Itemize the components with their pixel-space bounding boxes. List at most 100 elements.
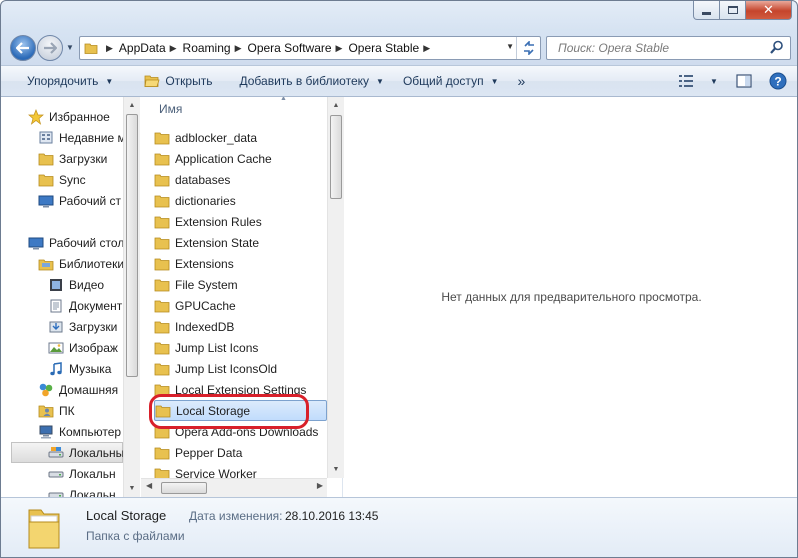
add-to-library-label: Добавить в библиотеку [239, 74, 370, 88]
breadcrumb-separator[interactable]: ▶ [423, 43, 430, 54]
nav-local-disk-d[interactable]: Локальн [48, 463, 116, 484]
search-input[interactable] [556, 38, 766, 58]
video-library-icon [48, 277, 64, 293]
share-label: Общий доступ [402, 74, 484, 88]
nav-local-disk-c[interactable]: Локальны [11, 442, 123, 463]
scroll-left-arrow-icon[interactable]: ◀ [146, 481, 152, 490]
nav-documents[interactable]: Документ [48, 295, 122, 316]
maximize-button[interactable] [720, 1, 746, 20]
minimize-button[interactable] [693, 1, 720, 20]
recent-locations-dropdown[interactable]: ▼ [66, 43, 74, 52]
list-item[interactable]: adblocker_data [154, 127, 327, 148]
list-item[interactable]: GPUCache [154, 295, 327, 316]
back-button[interactable] [10, 35, 36, 61]
breadcrumb-roaming[interactable]: Roaming [183, 41, 231, 55]
more-commands-button[interactable]: » [507, 66, 534, 96]
chevron-down-icon: ▼ [376, 76, 384, 86]
nav-desktop-favorite[interactable]: Рабочий ст [38, 190, 121, 211]
preview-pane-button[interactable] [733, 70, 755, 92]
file-list-scrollbar[interactable]: ▲ ▼ [327, 97, 344, 478]
address-bar[interactable]: ▶ AppData ▶ Roaming ▶ Opera Software ▶ O… [79, 36, 541, 60]
scroll-up-arrow-icon[interactable]: ▲ [328, 97, 344, 114]
scroll-up-arrow-icon[interactable]: ▲ [124, 97, 140, 114]
nav-local-disk-e[interactable]: Локальн [48, 484, 116, 497]
scrollbar-thumb[interactable] [330, 115, 342, 199]
search-icon[interactable] [770, 40, 784, 58]
organize-menu[interactable]: Упорядочить ▼ [1, 66, 122, 96]
star-icon [28, 108, 44, 125]
nav-desktop[interactable]: Рабочий стол [28, 232, 123, 253]
address-history-dropdown[interactable]: ▼ [506, 42, 514, 51]
details-pane: Local Storage Папка с файлами Дата измен… [1, 497, 797, 557]
nav-user-folder[interactable]: ПК [38, 400, 75, 421]
column-header-name[interactable]: Имя ▲ [141, 97, 327, 121]
list-item[interactable]: Extensions [154, 253, 327, 274]
scrollbar-thumb[interactable] [126, 114, 138, 377]
scroll-down-arrow-icon[interactable]: ▼ [328, 461, 344, 478]
nav-pictures[interactable]: Изображ [48, 337, 118, 358]
list-item[interactable]: IndexedDB [154, 316, 327, 337]
selected-item-type: Папка с файлами [86, 529, 185, 543]
file-list-horizontal-scrollbar[interactable]: ◀ ▶ [141, 478, 327, 497]
list-item[interactable]: Extension Rules [154, 211, 327, 232]
navigation-scrollbar[interactable]: ▲ ▼ [123, 97, 140, 497]
nav-homegroup[interactable]: Домашняя [38, 379, 118, 400]
breadcrumb-separator[interactable]: ▶ [170, 43, 177, 54]
nav-libraries[interactable]: Библиотеки [38, 253, 123, 274]
nav-sync[interactable]: Sync [38, 169, 86, 190]
close-icon: ✕ [763, 2, 774, 17]
breadcrumb-separator[interactable]: ▶ [336, 43, 343, 54]
breadcrumb-appdata[interactable]: AppData [119, 41, 166, 55]
refresh-button[interactable] [516, 37, 540, 59]
nav-downloads[interactable]: Загрузки [38, 148, 107, 169]
folder-icon [154, 277, 170, 293]
nav-video[interactable]: Видео [48, 274, 104, 295]
share-menu[interactable]: Общий доступ ▼ [393, 66, 508, 96]
list-item[interactable]: Jump List Icons [154, 337, 327, 358]
help-button[interactable]: ? [767, 70, 789, 92]
explorer-window: ✕ ▼ ▶ AppData ▶ Roaming ▶ Opera Software… [0, 0, 798, 558]
view-controls: ▼ ? [669, 66, 797, 96]
nav-computer[interactable]: Компьютер [38, 421, 121, 442]
forward-button[interactable] [37, 35, 63, 61]
open-button[interactable]: Открыть [122, 66, 221, 96]
list-item[interactable]: File System [154, 274, 327, 295]
command-bar: Упорядочить ▼ Открыть Добавить в библиоте… [1, 65, 797, 97]
add-to-library-menu[interactable]: Добавить в библиотеку ▼ [221, 66, 392, 96]
nav-recent-places[interactable]: Недавние м [38, 127, 123, 148]
forward-arrow-icon [44, 42, 57, 54]
list-item[interactable]: Jump List IconsOld [154, 358, 327, 379]
refresh-icon [523, 41, 534, 55]
preview-pane: Нет данных для предварительного просмотр… [344, 97, 797, 497]
scrollbar-thumb[interactable] [161, 482, 207, 494]
list-item[interactable]: Extension State [154, 232, 327, 253]
view-dropdown[interactable]: ▼ [707, 70, 721, 92]
system-drive-icon [48, 445, 64, 461]
breadcrumb-separator[interactable]: ▶ [235, 43, 242, 54]
open-label: Открыть [165, 74, 213, 88]
folder-icon [154, 172, 170, 188]
chevron-down-icon: ▼ [105, 76, 114, 86]
close-button[interactable]: ✕ [746, 1, 792, 20]
list-item[interactable]: Application Cache [154, 148, 327, 169]
folder-icon [154, 214, 170, 230]
preview-pane-icon [736, 74, 752, 88]
breadcrumb-separator[interactable]: ▶ [106, 43, 113, 54]
folder-icon [154, 445, 170, 461]
modified-date-value: 28.10.2016 13:45 [285, 509, 379, 523]
nav-favorites[interactable]: Избранное [28, 106, 110, 127]
change-view-button[interactable] [669, 70, 703, 92]
scroll-down-arrow-icon[interactable]: ▼ [124, 480, 140, 497]
list-item[interactable]: Pepper Data [154, 442, 327, 463]
nav-music[interactable]: Музыка [48, 358, 111, 379]
list-item[interactable]: dictionaries [154, 190, 327, 211]
folder-icon [154, 130, 170, 146]
music-library-icon [48, 361, 64, 377]
nav-downloads-library[interactable]: Загрузки [48, 316, 117, 337]
scroll-right-arrow-icon[interactable]: ▶ [317, 481, 323, 490]
search-box[interactable] [546, 36, 791, 60]
list-item[interactable]: databases [154, 169, 327, 190]
breadcrumb-opera-software[interactable]: Opera Software [248, 41, 332, 55]
breadcrumb-opera-stable[interactable]: Opera Stable [348, 41, 419, 55]
recent-places-icon [38, 130, 54, 146]
